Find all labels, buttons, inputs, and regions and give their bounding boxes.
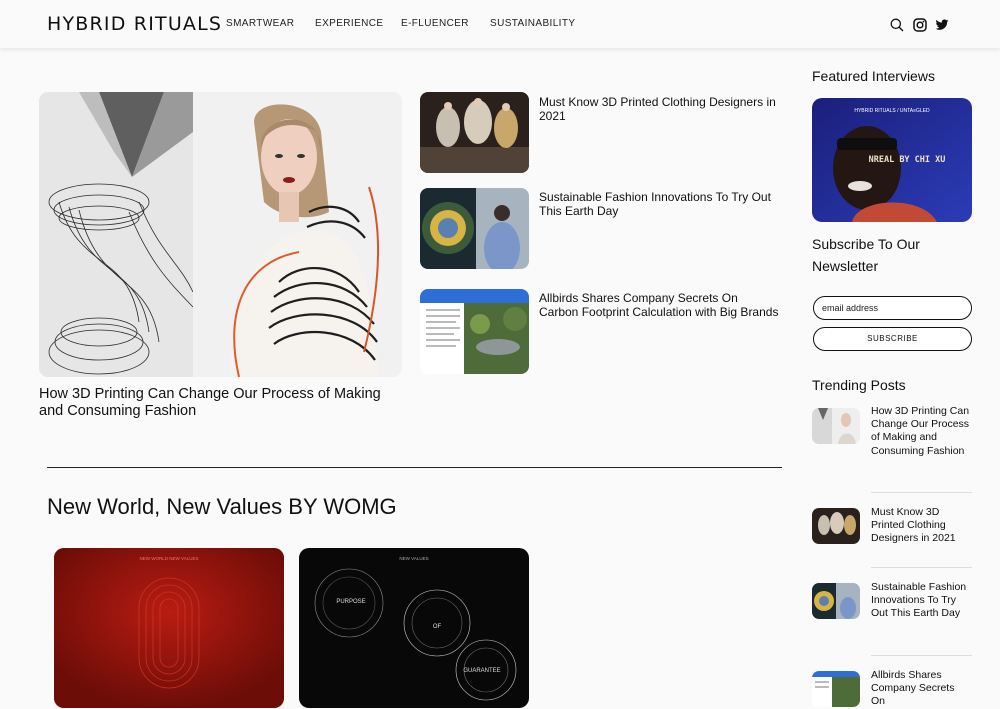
section-title: New World, New Values BY WOMG — [47, 494, 397, 519]
trending-thumbnail[interactable] — [812, 508, 860, 544]
nav-smartwear[interactable]: SMARTWEAR — [226, 18, 294, 29]
card-caption: NEW WORLD NEW VALUES — [140, 556, 199, 561]
interview-brand: HYBRID RITUALS / UNTA≡GLED — [854, 108, 930, 114]
search-icon[interactable] — [890, 18, 904, 32]
card-caption: NEW VALUES — [399, 556, 428, 561]
instagram-icon[interactable] — [913, 18, 927, 32]
nav-e-fluencer[interactable]: E-FLUENCER — [401, 18, 469, 29]
interview-name: NREAL BY CHI XU — [869, 155, 946, 165]
womg-card[interactable]: NEW VALUES PURPOSE OF GUARANTEE — [299, 548, 529, 708]
side-article-title[interactable]: Sustainable Fashion Innovations To Try O… — [539, 190, 779, 218]
trending-separator — [871, 567, 972, 568]
hero-article-image[interactable] — [39, 92, 402, 377]
featured-interviews-heading: Featured Interviews — [812, 68, 935, 84]
subscribe-button[interactable]: SUBSCRIBE — [813, 327, 972, 351]
side-article-thumbnail[interactable] — [420, 92, 529, 173]
nav-sustainability[interactable]: SUSTAINABILITY — [490, 18, 575, 29]
nav-experience[interactable]: EXPERIENCE — [315, 18, 383, 29]
bubble-label: GUARANTEE — [463, 668, 500, 674]
trending-posts-heading: Trending Posts — [812, 377, 906, 393]
trending-post-title[interactable]: Allbirds Shares Company Secrets On — [871, 669, 971, 709]
trending-separator — [871, 655, 972, 656]
trending-thumbnail[interactable] — [812, 408, 860, 444]
email-field[interactable] — [813, 296, 972, 320]
trending-post-title[interactable]: Sustainable Fashion Innovations To Try O… — [871, 581, 971, 621]
site-header: HYBRID RITUALS SMARTWEAR EXPERIENCE E-FL… — [0, 0, 1000, 48]
side-article-thumbnail[interactable] — [420, 188, 529, 269]
site-logo[interactable]: HYBRID RITUALS — [47, 13, 222, 35]
trending-post-title[interactable]: Must Know 3D Printed Clothing Designers … — [871, 506, 971, 546]
twitter-icon[interactable] — [935, 18, 949, 32]
womg-card[interactable]: NEW WORLD NEW VALUES — [54, 548, 284, 708]
side-article-title[interactable]: Must Know 3D Printed Clothing Designers … — [539, 95, 779, 123]
trending-thumbnail[interactable] — [812, 583, 860, 619]
trending-separator — [871, 492, 972, 493]
bubble-label: OF — [433, 624, 442, 630]
featured-interview-image[interactable]: HYBRID RITUALS / UNTA≡GLED NREAL BY CHI … — [812, 98, 972, 222]
trending-post-title[interactable]: How 3D Printing Can Change Our Process o… — [871, 405, 971, 458]
side-article-thumbnail[interactable] — [420, 289, 529, 374]
subscribe-heading: Subscribe To Our Newsletter — [812, 236, 920, 274]
section-divider — [47, 467, 782, 468]
bubble-label: PURPOSE — [336, 599, 365, 605]
side-article-title[interactable]: Allbirds Shares Company Secrets On Carbo… — [539, 291, 779, 319]
hero-article-title[interactable]: How 3D Printing Can Change Our Process o… — [39, 386, 399, 420]
